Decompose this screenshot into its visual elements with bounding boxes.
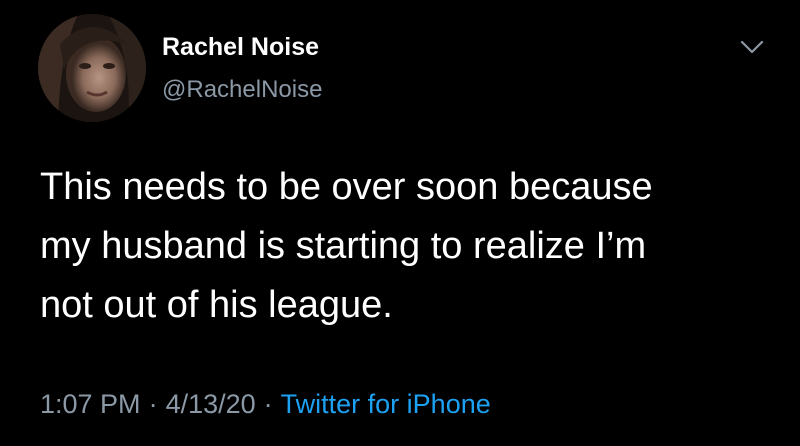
tweet-source-link[interactable]: Twitter for iPhone xyxy=(281,389,491,419)
meta-separator: · xyxy=(148,389,158,419)
tweet-date[interactable]: 4/13/20 xyxy=(166,389,256,419)
avatar-photo-icon xyxy=(38,14,146,122)
tweet-meta: 1:07 PM · 4/13/20 · Twitter for iPhone xyxy=(40,387,491,421)
author-handle[interactable]: @RachelNoise xyxy=(162,75,322,105)
author-avatar[interactable] xyxy=(38,14,146,122)
tweet-time[interactable]: 1:07 PM xyxy=(40,389,141,419)
tweet-card: Rachel Noise @RachelNoise This needs to … xyxy=(0,0,800,446)
author-display-name[interactable]: Rachel Noise xyxy=(162,32,319,62)
tweet-text: This needs to be over soon because my hu… xyxy=(40,166,653,326)
chevron-down-icon[interactable] xyxy=(735,32,769,62)
meta-separator: · xyxy=(263,389,273,419)
